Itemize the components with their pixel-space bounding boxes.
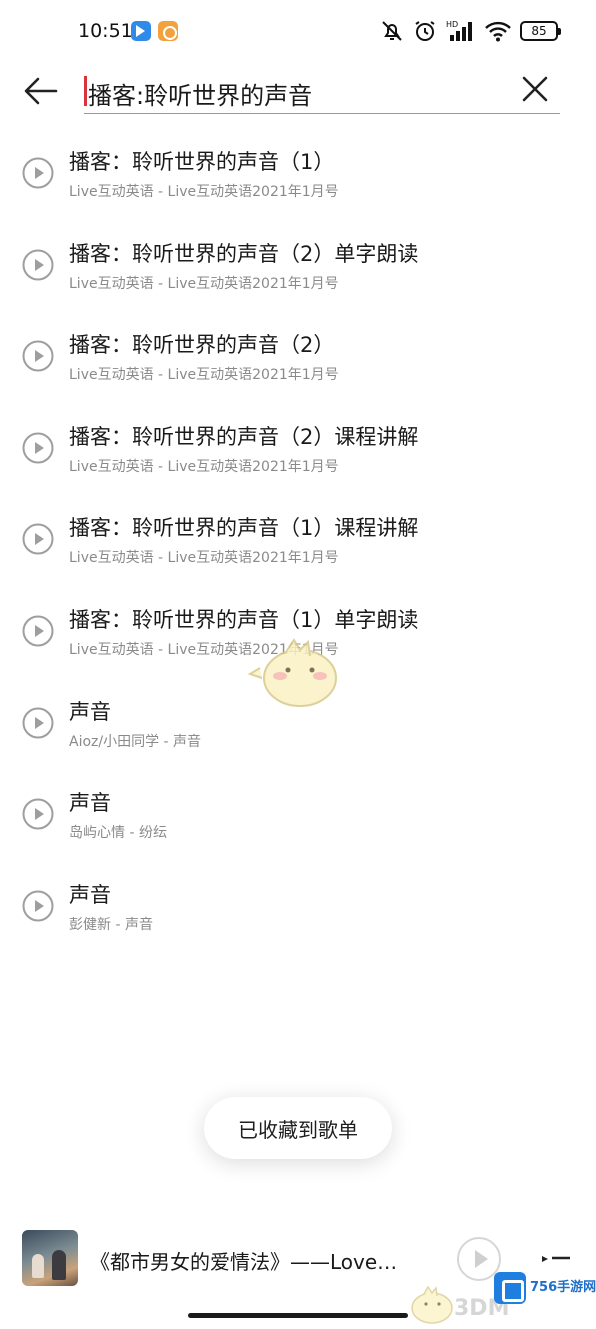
battery-icon: 85 <box>520 21 561 41</box>
song-title: 播客：聆听世界的声音（2）课程讲解 <box>69 424 419 449</box>
playlist-icon[interactable] <box>538 1244 572 1274</box>
status-icons: HD 85 <box>380 18 561 44</box>
song-subtitle: 岛屿心情 - 纷纭 <box>69 825 167 842</box>
toast-text: 已收藏到歌单 <box>238 1117 358 1142</box>
search-input[interactable]: 播客:聆听世界的声音 <box>84 66 560 114</box>
song-subtitle: Live互动英语 - Live互动英语2021年1月号 <box>69 184 339 200</box>
list-item[interactable]: 播客：聆听世界的声音（2）单字朗读 Live互动英语 - Live互动英语202… <box>0 218 596 310</box>
play-circle-icon[interactable] <box>22 798 54 830</box>
play-circle-icon[interactable] <box>22 340 54 372</box>
search-results-list: 播客：聆听世界的声音（1） Live互动英语 - Live互动英语2021年1月… <box>0 126 596 950</box>
song-subtitle: Aioz/小田同学 - 声音 <box>69 733 202 750</box>
home-indicator[interactable] <box>188 1313 408 1318</box>
song-subtitle: Live互动英语 - Live互动英语2021年1月号 <box>69 275 339 292</box>
album-cover[interactable] <box>22 1230 78 1286</box>
wifi-icon <box>485 21 511 42</box>
list-item[interactable]: 声音 彭健新 - 声音 <box>0 859 596 951</box>
list-item[interactable]: 播客：聆听世界的声音（1） Live互动英语 - Live互动英语2021年1月… <box>0 126 596 218</box>
play-circle-icon[interactable] <box>22 157 54 189</box>
song-subtitle: Live互动英语 - Live互动英语2021年1月号 <box>69 367 339 384</box>
arrow-left-icon[interactable] <box>20 70 62 112</box>
status-bar: 10:51 HD 85 <box>0 0 596 62</box>
list-item[interactable]: 播客：聆听世界的声音（1）课程讲解 Live互动英语 - Live互动英语202… <box>0 492 596 584</box>
play-circle-icon[interactable] <box>22 890 54 922</box>
toast-message: 已收藏到歌单 <box>204 1097 392 1159</box>
song-title: 播客：聆听世界的声音（2） <box>69 333 335 358</box>
list-item[interactable]: 播客：聆听世界的声音（2）课程讲解 Live互动英语 - Live互动英语202… <box>0 401 596 493</box>
song-title: 播客：聆听世界的声音（2）单字朗读 <box>69 241 419 266</box>
now-playing-title[interactable]: 《都市男女的爱情法》——Love… <box>90 1246 397 1275</box>
signal-icon: HD <box>446 20 472 41</box>
text-cursor <box>84 76 87 106</box>
song-title: 播客：聆听世界的声音（1）课程讲解 <box>69 516 419 541</box>
alarm-icon <box>415 21 435 41</box>
search-query[interactable]: 播客:聆听世界的声音 <box>88 76 312 111</box>
mascot-watermark-small <box>411 1285 453 1324</box>
notification-app-icon-2 <box>158 21 178 41</box>
search-bar: 播客:聆听世界的声音 <box>0 62 596 122</box>
network-label: HD <box>446 20 458 29</box>
mute-bell-icon <box>382 21 402 41</box>
mascot-watermark <box>247 638 337 707</box>
song-title: 播客：聆听世界的声音（1）单字朗读 <box>69 607 419 632</box>
song-subtitle: 彭健新 - 声音 <box>69 916 153 933</box>
play-circle-icon[interactable] <box>22 249 54 281</box>
song-title: 声音 <box>69 882 111 907</box>
close-icon[interactable] <box>516 70 554 108</box>
notification-app-icon <box>131 21 151 41</box>
song-title: 声音 <box>69 791 111 816</box>
watermark-logo <box>494 1272 526 1304</box>
play-circle-icon[interactable] <box>22 707 54 739</box>
song-title: 声音 <box>69 699 111 724</box>
play-circle-icon[interactable] <box>22 432 54 464</box>
play-circle-icon[interactable] <box>22 615 54 647</box>
watermark-site: 756手游网 <box>530 1280 596 1295</box>
song-subtitle: Live互动英语 - Live互动英语2021年1月号 <box>69 550 339 567</box>
status-time: 10:51 <box>78 20 133 42</box>
list-item[interactable]: 声音 岛屿心情 - 纷纭 <box>0 767 596 859</box>
list-item[interactable]: 播客：聆听世界的声音（2） Live互动英语 - Live互动英语2021年1月… <box>0 309 596 401</box>
play-circle-icon[interactable] <box>22 523 54 555</box>
song-subtitle: Live互动英语 - Live互动英语2021年1月号 <box>69 458 339 475</box>
song-title: 播客：聆听世界的声音（1） <box>69 150 335 174</box>
